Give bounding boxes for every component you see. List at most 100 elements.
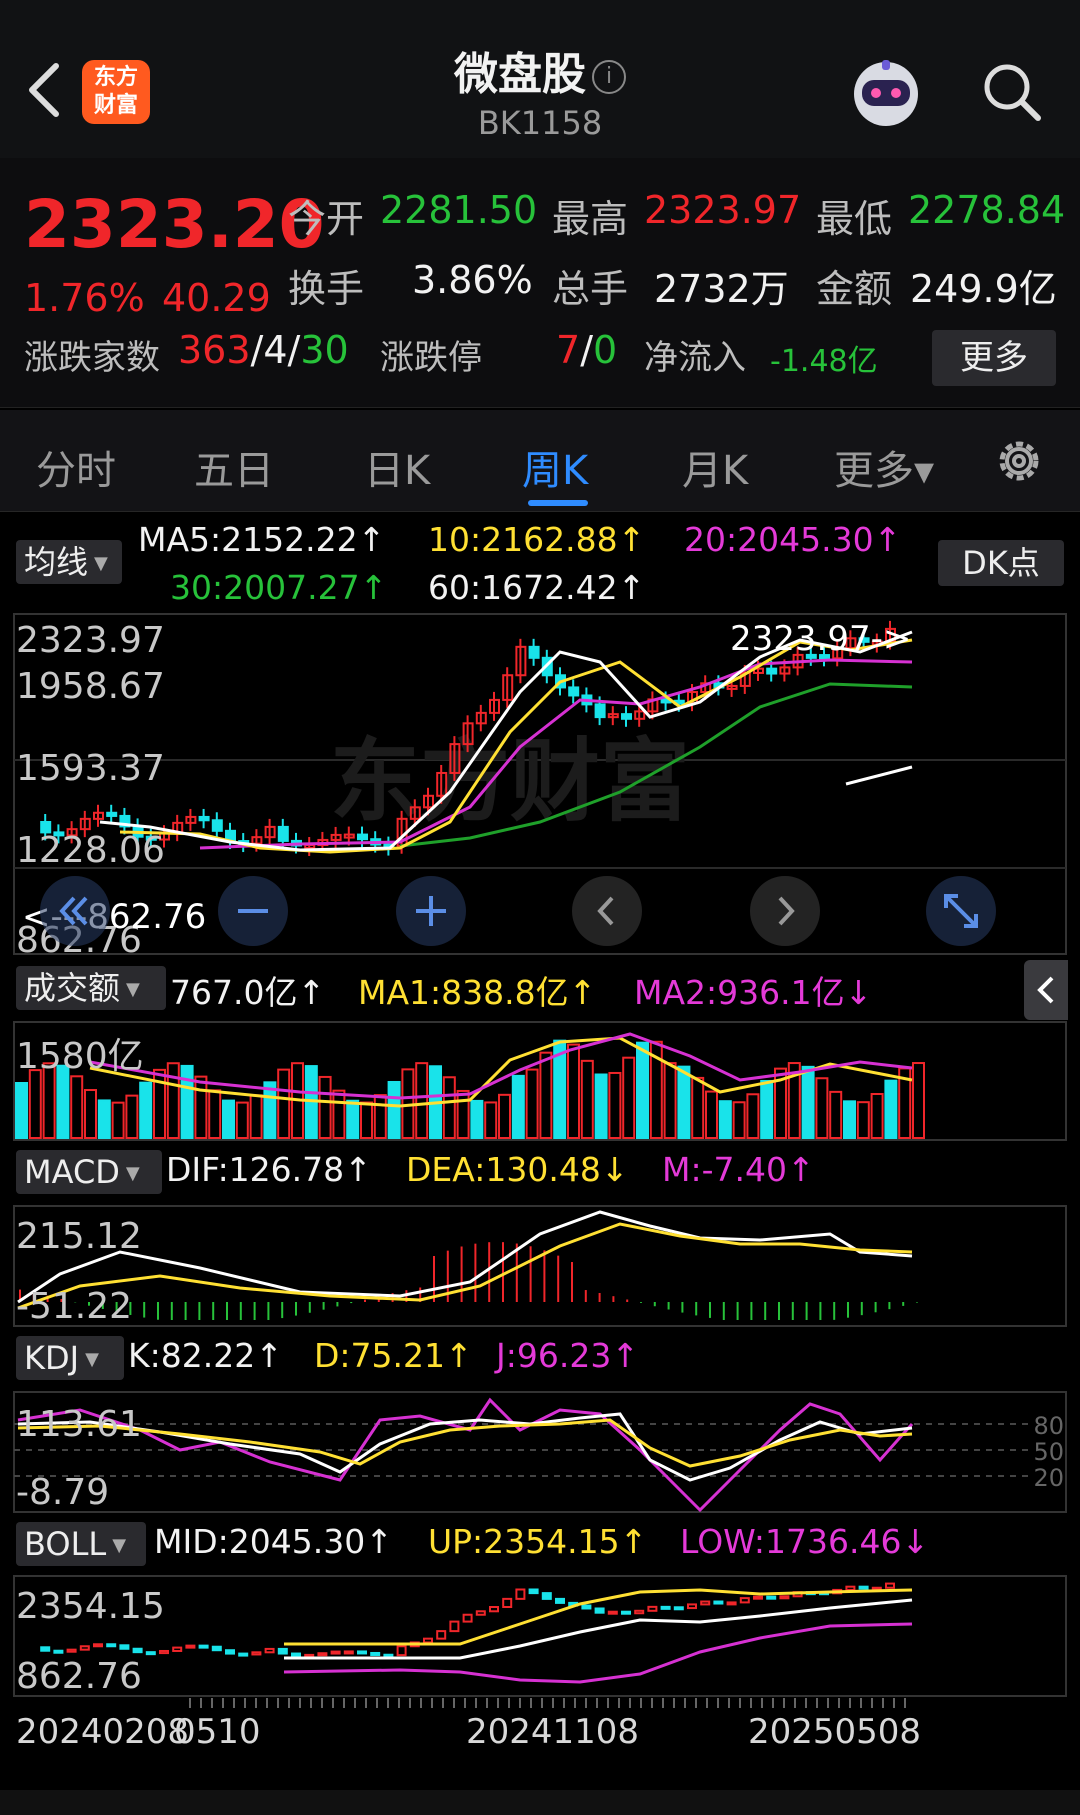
volume-bar — [15, 1082, 28, 1139]
kdj-d: D:75.21↑ — [314, 1336, 473, 1375]
boll-candle — [159, 1649, 169, 1655]
kdj-indicator-select[interactable]: KDJ ▼ — [16, 1336, 124, 1380]
breadth-counts: 363/4/30 — [178, 328, 349, 372]
scroll-left-button[interactable] — [572, 876, 642, 946]
boll-indicator-select[interactable]: BOLL ▼ — [16, 1522, 146, 1566]
amount-label: 金额 — [816, 267, 893, 311]
limit-label: 涨跌停 — [380, 338, 482, 378]
boll-candle — [726, 1601, 737, 1606]
boll-candle — [172, 1646, 183, 1652]
breadth-label: 涨跌家数 — [24, 338, 160, 378]
boll-candle — [462, 1613, 473, 1623]
dk-point-button[interactable]: DK点 — [938, 540, 1064, 586]
candle-body — [277, 825, 289, 842]
volume-bar — [84, 1089, 97, 1139]
ma5-value: MA5:2152.22↑ — [138, 520, 386, 559]
macd-chart[interactable]: 215.12 -51.22 — [0, 1204, 1080, 1328]
fullscreen-button[interactable] — [926, 876, 996, 946]
tab-weekly-k[interactable]: 周K — [522, 438, 588, 496]
boll-y-tick-bottom: 862.76 — [16, 1656, 142, 1697]
zoom-out-button[interactable] — [218, 876, 288, 946]
volume-bar — [815, 1077, 829, 1139]
volume-indicator-select[interactable]: 成交额 ▼ — [16, 966, 166, 1010]
volume-bar — [139, 1081, 153, 1139]
volume-bar — [539, 1051, 553, 1139]
high-value: 2323.97 — [644, 188, 802, 232]
search-icon[interactable] — [980, 60, 1044, 124]
volume-bar — [594, 1073, 608, 1139]
boll-candle — [383, 1653, 394, 1658]
last-price: 2323.20 — [24, 186, 325, 263]
boll-candle — [106, 1643, 117, 1648]
info-icon[interactable]: i — [592, 60, 626, 94]
chevron-left-icon — [1037, 976, 1054, 1004]
volume-value: 767.0亿↑ — [170, 973, 326, 1012]
active-tab-indicator — [528, 500, 588, 506]
inflow-label: 净流入 — [644, 338, 746, 378]
scroll-right-button[interactable] — [750, 876, 820, 946]
boll-candle — [621, 1610, 631, 1615]
volume-bar — [28, 1069, 42, 1139]
kdj-chart[interactable]: 113.61 -8.79 80 50 20 — [0, 1390, 1080, 1514]
boll-candle — [370, 1651, 381, 1656]
scroll-left-fast-button[interactable] — [40, 876, 110, 946]
boll-candle — [357, 1650, 367, 1655]
boll-candle — [291, 1652, 301, 1657]
tab-monthly-k[interactable]: 月K — [682, 438, 748, 496]
boll-candle — [555, 1597, 565, 1604]
chevron-left-icon — [597, 896, 614, 926]
volume-bar — [373, 1094, 387, 1139]
volume-bar — [125, 1094, 139, 1140]
x-date-3: 20241108 — [466, 1712, 640, 1752]
volume-bar — [732, 1101, 746, 1139]
collapse-panel-toggle[interactable] — [1024, 960, 1068, 1020]
y-tick-4: 1228.06 — [16, 830, 165, 871]
zoom-in-button[interactable] — [396, 876, 466, 946]
boll-candle — [277, 1647, 288, 1655]
volume-y-tick: 1580亿 — [16, 1036, 144, 1077]
tab-intraday[interactable]: 分时 — [36, 438, 116, 496]
volume-bar — [111, 1101, 125, 1140]
boll-mid: MID:2045.30↑ — [154, 1522, 393, 1561]
boll-chart[interactable]: 2354.15 862.76 — [0, 1574, 1080, 1698]
macd-y-tick-bottom: -51.22 — [16, 1286, 132, 1327]
turnover-value: 3.86% — [412, 258, 533, 302]
boll-candle — [528, 1588, 539, 1595]
candle-body — [766, 667, 778, 675]
boll-candle — [607, 1610, 618, 1615]
macd-indicator-select[interactable]: MACD ▼ — [16, 1150, 162, 1194]
tab-daily-k[interactable]: 日K — [364, 438, 430, 496]
macd-m: M:-7.40↑ — [662, 1150, 815, 1189]
boll-low: LOW:1736.46↓ — [680, 1522, 930, 1561]
volume-bar — [277, 1068, 291, 1139]
change-percent: 1.76% — [24, 276, 145, 320]
candlestick-chart[interactable]: 东方财富 2323.97 1958.67 1593.37 1228.06 862… — [0, 612, 1080, 957]
boll-candle — [581, 1604, 592, 1610]
volume-bar — [387, 1080, 401, 1139]
volume-bar — [746, 1093, 760, 1139]
volume-chart[interactable]: 1580亿 — [0, 1020, 1080, 1142]
boll-candle — [541, 1592, 552, 1600]
volume-bar — [222, 1099, 235, 1140]
more-quote-button[interactable]: 更多 — [932, 330, 1056, 386]
volume-bar — [208, 1089, 222, 1139]
volume-bar — [636, 1041, 649, 1139]
boll-candle — [687, 1603, 697, 1610]
turnover-label: 换手 — [288, 267, 365, 311]
volume-bars-group — [15, 1039, 925, 1140]
volume-value: 2732万 — [654, 267, 789, 311]
gear-icon[interactable] — [992, 434, 1046, 488]
robot-assistant-icon[interactable] — [848, 56, 924, 132]
ma-indicator-select[interactable]: 均线 ▼ — [16, 540, 122, 584]
period-tabs: 分时 五日 日K 周K 月K 更多▾ — [0, 410, 1080, 512]
x-date-4: 20250508 — [748, 1712, 922, 1752]
boll-candle — [594, 1607, 605, 1614]
x-date-1: 20240208 — [16, 1712, 190, 1752]
candle-body — [211, 819, 223, 832]
boll-candle — [40, 1646, 51, 1652]
low-value: 2278.84 — [908, 188, 1066, 232]
kdj-right-tick-20: 20 — [1033, 1464, 1064, 1492]
tab-more[interactable]: 更多▾ — [834, 438, 934, 496]
volume-bar — [884, 1079, 898, 1139]
tab-five-day[interactable]: 五日 — [194, 438, 274, 496]
